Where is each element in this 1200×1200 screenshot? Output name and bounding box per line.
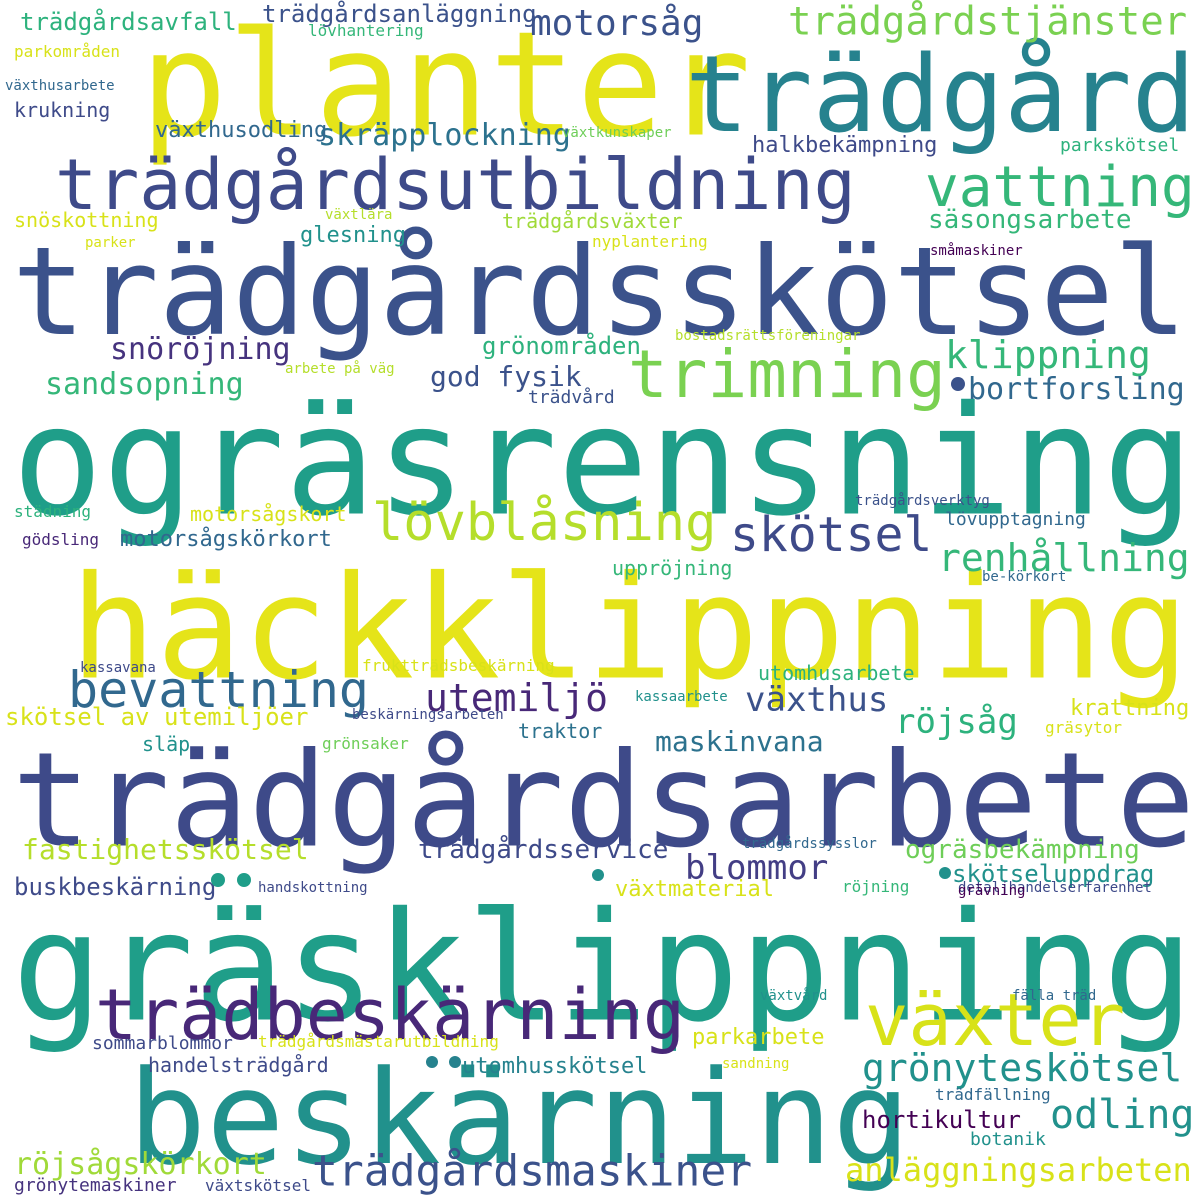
cloud-word: skötsel av utemiljöer <box>5 703 309 731</box>
cloud-word: grönsaker <box>322 734 409 753</box>
cloud-dot <box>951 377 965 391</box>
cloud-word: trädgårdsmästarutbildning <box>258 1032 499 1051</box>
cloud-word: trädgårdsutbildning <box>55 144 856 226</box>
cloud-word: grävning <box>958 883 1026 899</box>
cloud-word: röjning <box>842 877 910 896</box>
cloud-word: kassavana <box>80 660 156 676</box>
cloud-word: bortforsling <box>968 372 1185 407</box>
cloud-word: sommarblommor <box>92 1033 233 1054</box>
cloud-word: städning <box>14 502 92 521</box>
cloud-word: släp <box>142 732 191 756</box>
cloud-word: trädgårdsavfall <box>20 8 237 36</box>
cloud-word: sandning <box>722 1056 790 1072</box>
cloud-dot <box>939 867 951 879</box>
cloud-word: uppröjning <box>612 556 733 580</box>
cloud-word: glesning <box>300 223 406 248</box>
cloud-word: motorsågskort <box>190 502 347 526</box>
cloud-dot <box>426 1056 438 1068</box>
cloud-word: trädgårdstjänster <box>788 0 1188 44</box>
cloud-word: växtlära <box>325 207 393 223</box>
cloud-word: parkområden <box>14 42 120 61</box>
cloud-word: trädgårdsservice <box>418 835 669 865</box>
cloud-word: botanik <box>970 1129 1046 1150</box>
cloud-word: grönytemaskiner <box>14 1175 177 1196</box>
cloud-word: utomhusskötsel <box>462 1054 648 1079</box>
cloud-word: fruktträdsbeskärning <box>362 656 555 675</box>
cloud-word: arbete på väg <box>285 361 395 377</box>
cloud-word: trädgårdsverktyg <box>855 493 990 509</box>
cloud-word: beskärningsarbeten <box>352 707 504 723</box>
cloud-word: sandsopning <box>45 367 244 402</box>
cloud-dot <box>211 873 225 887</box>
cloud-word: gödsling <box>22 530 100 549</box>
cloud-word: parker <box>85 235 136 251</box>
cloud-word: trädgårdsväxter <box>502 209 683 233</box>
cloud-word: motorsåg <box>530 3 704 44</box>
cloud-word: handelsträdgård <box>148 1053 329 1077</box>
cloud-word: skötsel <box>730 507 933 563</box>
cloud-word: trädgårdsmaskiner <box>312 1146 753 1197</box>
cloud-word: parkarbete <box>692 1025 825 1050</box>
cloud-word: utomhusarbete <box>758 661 915 685</box>
cloud-word: växtskötsel <box>205 1176 311 1195</box>
cloud-word: lövhantering <box>308 21 424 40</box>
cloud-word: traktor <box>518 719 603 743</box>
word-cloud: ogräsrensning gräsklippning trädgårdssköts… <box>0 0 1200 1200</box>
cloud-word: gräsytor <box>1045 718 1123 737</box>
cloud-word: krattning <box>1070 696 1190 721</box>
cloud-word: trimning <box>628 336 946 413</box>
cloud-word: maskinvana <box>655 725 824 758</box>
cloud-word: säsongsarbete <box>928 205 1132 235</box>
cloud-word: buskbeskärning <box>14 873 217 901</box>
cloud-word: trädfällning <box>935 1085 1051 1104</box>
cloud-word: växtvård <box>760 988 828 1004</box>
cloud-word: fastighetsskötsel <box>22 833 309 866</box>
cloud-word: nyplantering <box>592 232 708 251</box>
cloud-dot <box>237 873 251 887</box>
cloud-word: klippning <box>945 333 1151 377</box>
cloud-word: skräpplockning <box>318 118 571 153</box>
cloud-word: bostadsrättsföreningar <box>675 328 861 344</box>
cloud-word: be-körkort <box>982 569 1067 585</box>
cloud-word: grönyteskötsel <box>862 1046 1183 1090</box>
cloud-word: kassaarbete <box>635 689 728 705</box>
cloud-word: lövblåsning <box>372 493 717 553</box>
cloud-word: handskottning <box>258 880 368 896</box>
cloud-dot <box>592 869 604 881</box>
cloud-word: lövupptagning <box>945 509 1086 530</box>
cloud-word: fälla träd <box>1012 988 1097 1004</box>
cloud-word: växthusarbete <box>5 78 115 94</box>
cloud-word: snöröjning <box>110 332 291 367</box>
cloud-word: parkskötsel <box>1060 135 1180 156</box>
cloud-word: snöskottning <box>14 208 159 232</box>
cloud-word: växtmaterial <box>615 877 774 902</box>
cloud-word: grönområden <box>482 332 641 360</box>
cloud-word: halkbekämpning <box>752 133 938 158</box>
cloud-word: växtkunskaper <box>562 125 672 141</box>
cloud-word: röjsåg <box>895 702 1018 742</box>
cloud-word: anläggningsarbeten <box>845 1151 1192 1189</box>
cloud-word: odling <box>1050 1092 1195 1138</box>
cloud-dot <box>449 1056 461 1068</box>
cloud-word: växthusodling <box>155 118 328 143</box>
cloud-word: krukning <box>14 98 111 122</box>
cloud-word: småmaskiner <box>930 243 1023 259</box>
cloud-word: motorsågskörkort <box>120 527 332 552</box>
cloud-word: trädvård <box>528 387 615 408</box>
cloud-word: trädgårdssysslor <box>742 836 877 852</box>
cloud-word: växthus <box>745 680 889 720</box>
